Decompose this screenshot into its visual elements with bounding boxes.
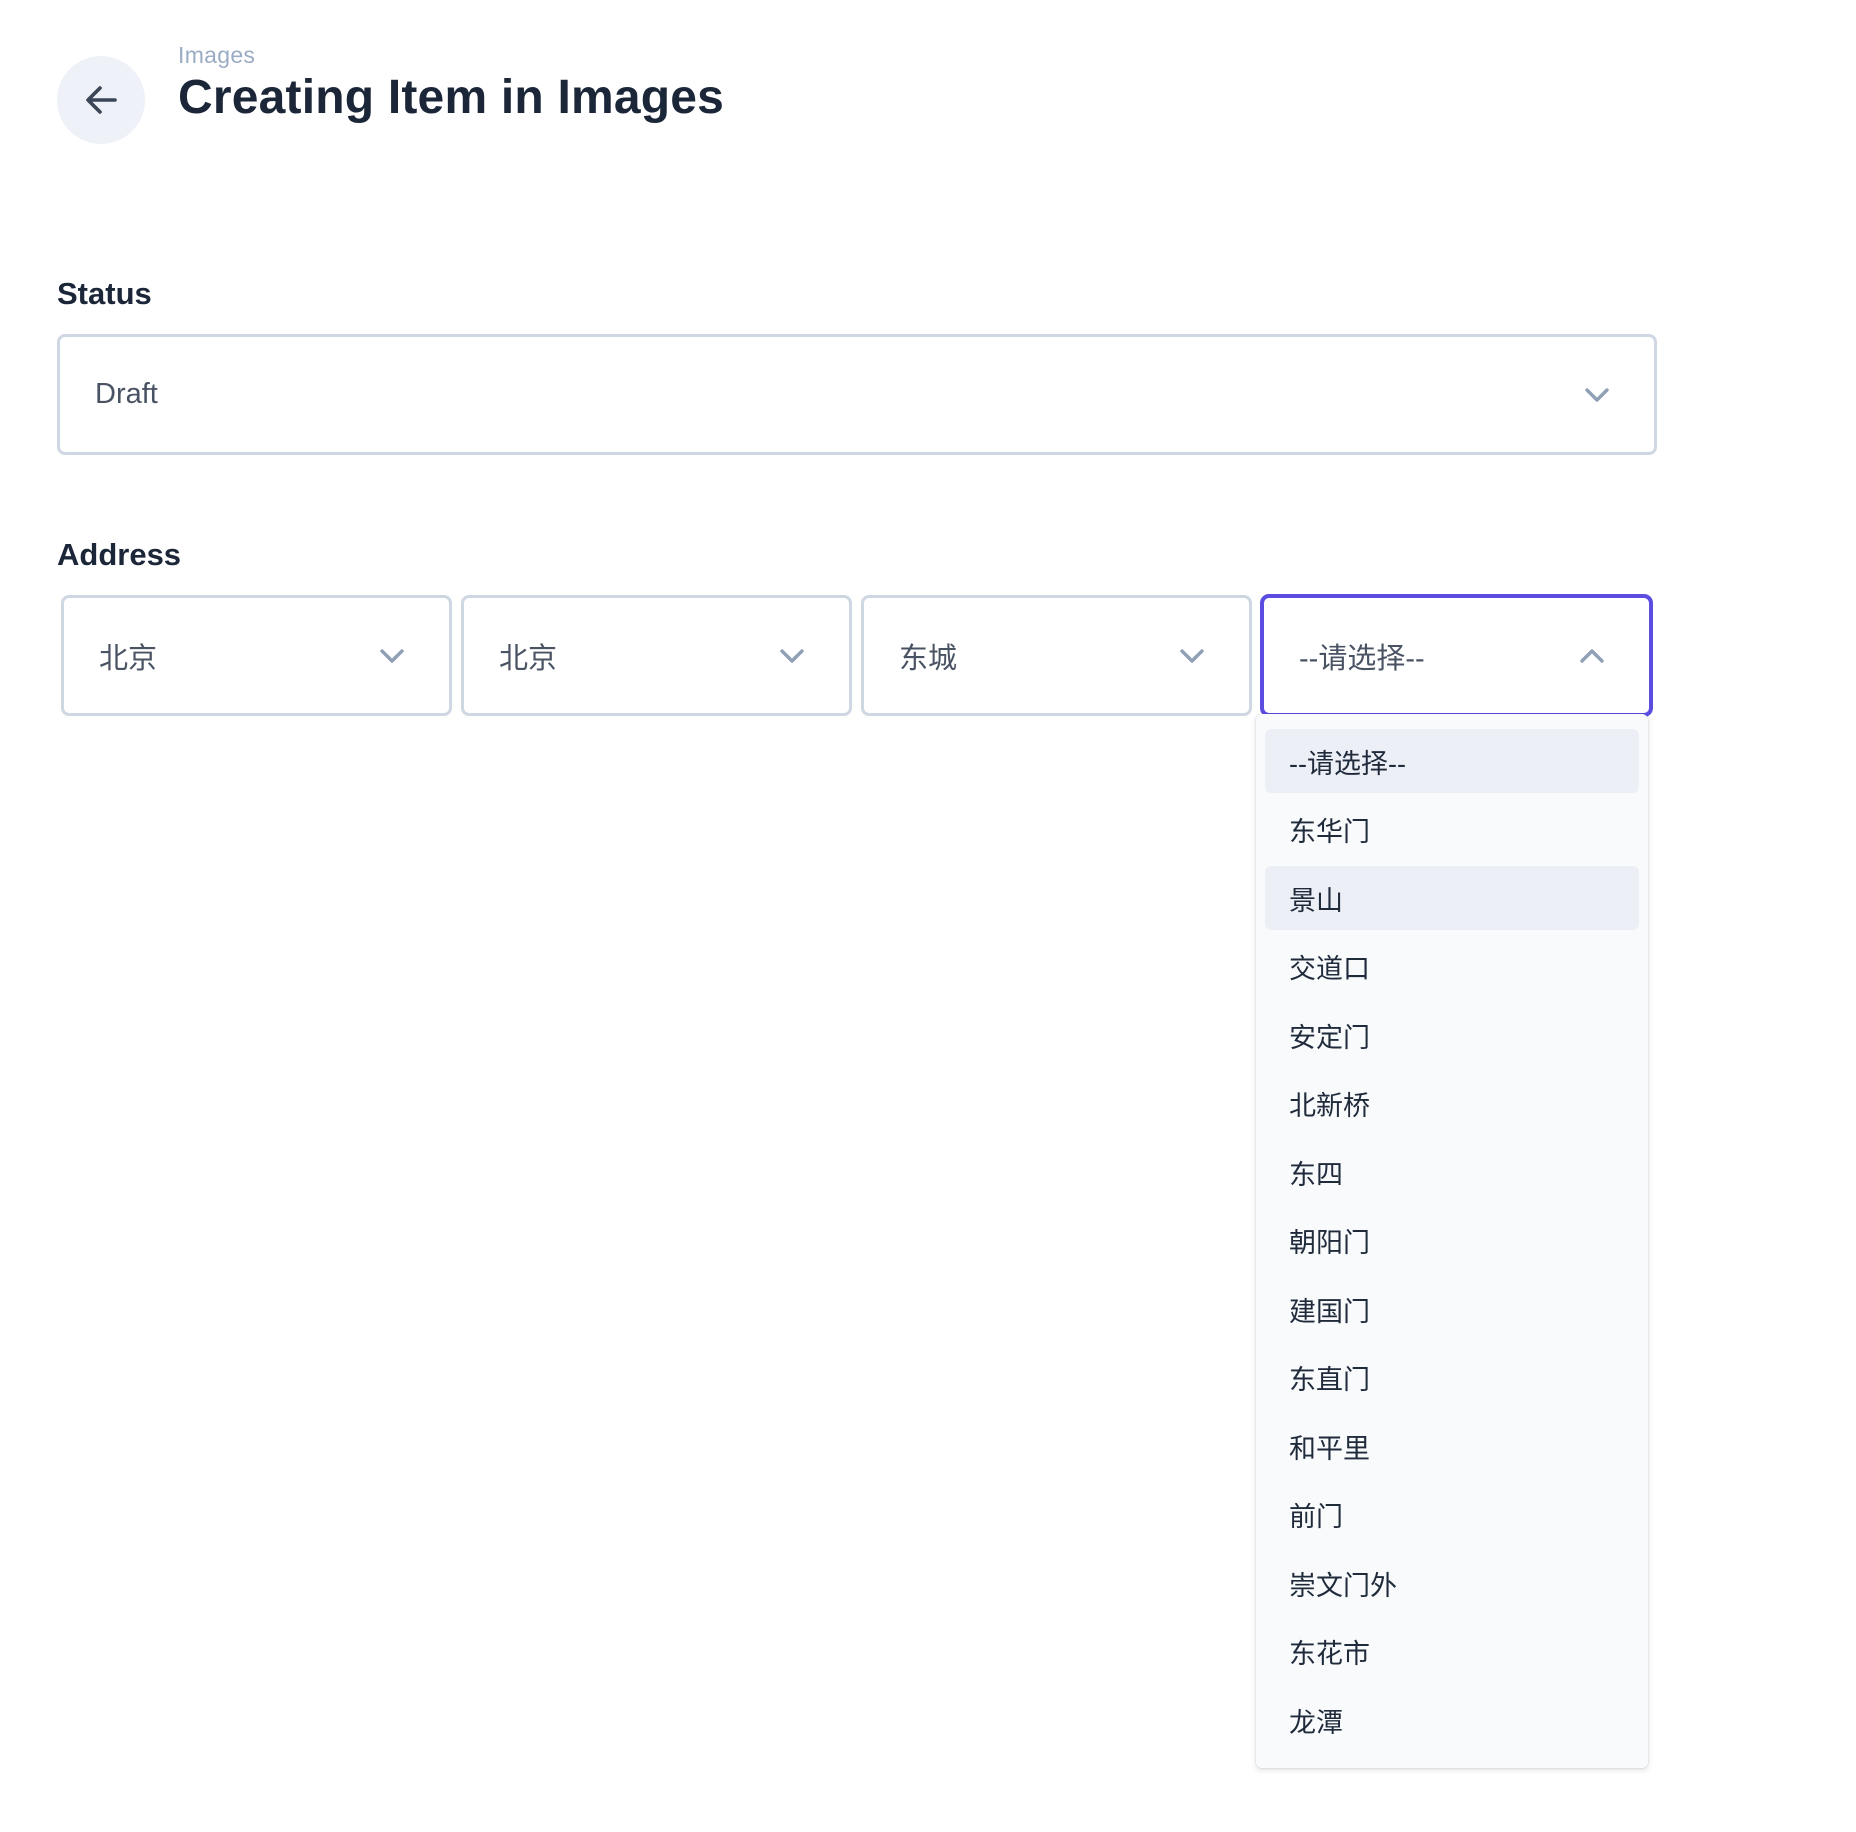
dropdown-option[interactable]: 交道口	[1265, 935, 1639, 999]
status-label: Status	[57, 276, 152, 311]
dropdown-option[interactable]: 和平里	[1265, 1414, 1639, 1478]
address-label: Address	[57, 537, 182, 572]
dropdown-option[interactable]: 东直门	[1265, 1346, 1639, 1410]
street-select[interactable]: --请选择--	[1261, 595, 1652, 716]
dropdown-option[interactable]: 北新桥	[1265, 1072, 1639, 1136]
dropdown-option[interactable]: 龙潭	[1265, 1688, 1639, 1752]
dropdown-option[interactable]: 安定门	[1265, 1003, 1639, 1067]
dropdown-option[interactable]: --请选择--	[1265, 729, 1639, 793]
street-select-value: --请选择--	[1299, 642, 1425, 675]
chevron-down-icon	[377, 646, 407, 666]
dropdown-option[interactable]: 前门	[1265, 1483, 1639, 1547]
dropdown-option[interactable]: 崇文门外	[1265, 1551, 1639, 1615]
dropdown-option[interactable]: 东华门	[1265, 798, 1639, 862]
dropdown-option[interactable]: 景山	[1265, 866, 1639, 930]
dropdown-option[interactable]: 建国门	[1265, 1277, 1639, 1341]
status-select-value: Draft	[95, 378, 158, 410]
dropdown-option[interactable]: 东花市	[1265, 1620, 1639, 1684]
chevron-up-icon	[1577, 646, 1607, 666]
province-select[interactable]: 北京	[61, 595, 452, 716]
dropdown-option[interactable]: 东四	[1265, 1140, 1639, 1204]
province-select-value: 北京	[99, 642, 158, 675]
back-button[interactable]	[57, 56, 145, 144]
city-select[interactable]: 北京	[461, 595, 852, 716]
chevron-down-icon	[777, 646, 807, 666]
arrow-left-icon	[86, 86, 117, 114]
city-select-value: 北京	[499, 642, 558, 675]
street-dropdown-list: --请选择-- 东华门 景山 交道口 安定门 北新桥 东四 朝阳门 建国门 东直…	[1256, 714, 1648, 1768]
district-select[interactable]: 东城	[861, 595, 1252, 716]
status-select[interactable]: Draft	[57, 334, 1657, 455]
chevron-down-icon	[1177, 646, 1207, 666]
district-select-value: 东城	[899, 642, 958, 675]
dropdown-option[interactable]: 朝阳门	[1265, 1209, 1639, 1273]
page-title: Creating Item in Images	[178, 71, 725, 124]
chevron-down-icon	[1582, 385, 1612, 405]
breadcrumb[interactable]: Images	[178, 42, 255, 69]
